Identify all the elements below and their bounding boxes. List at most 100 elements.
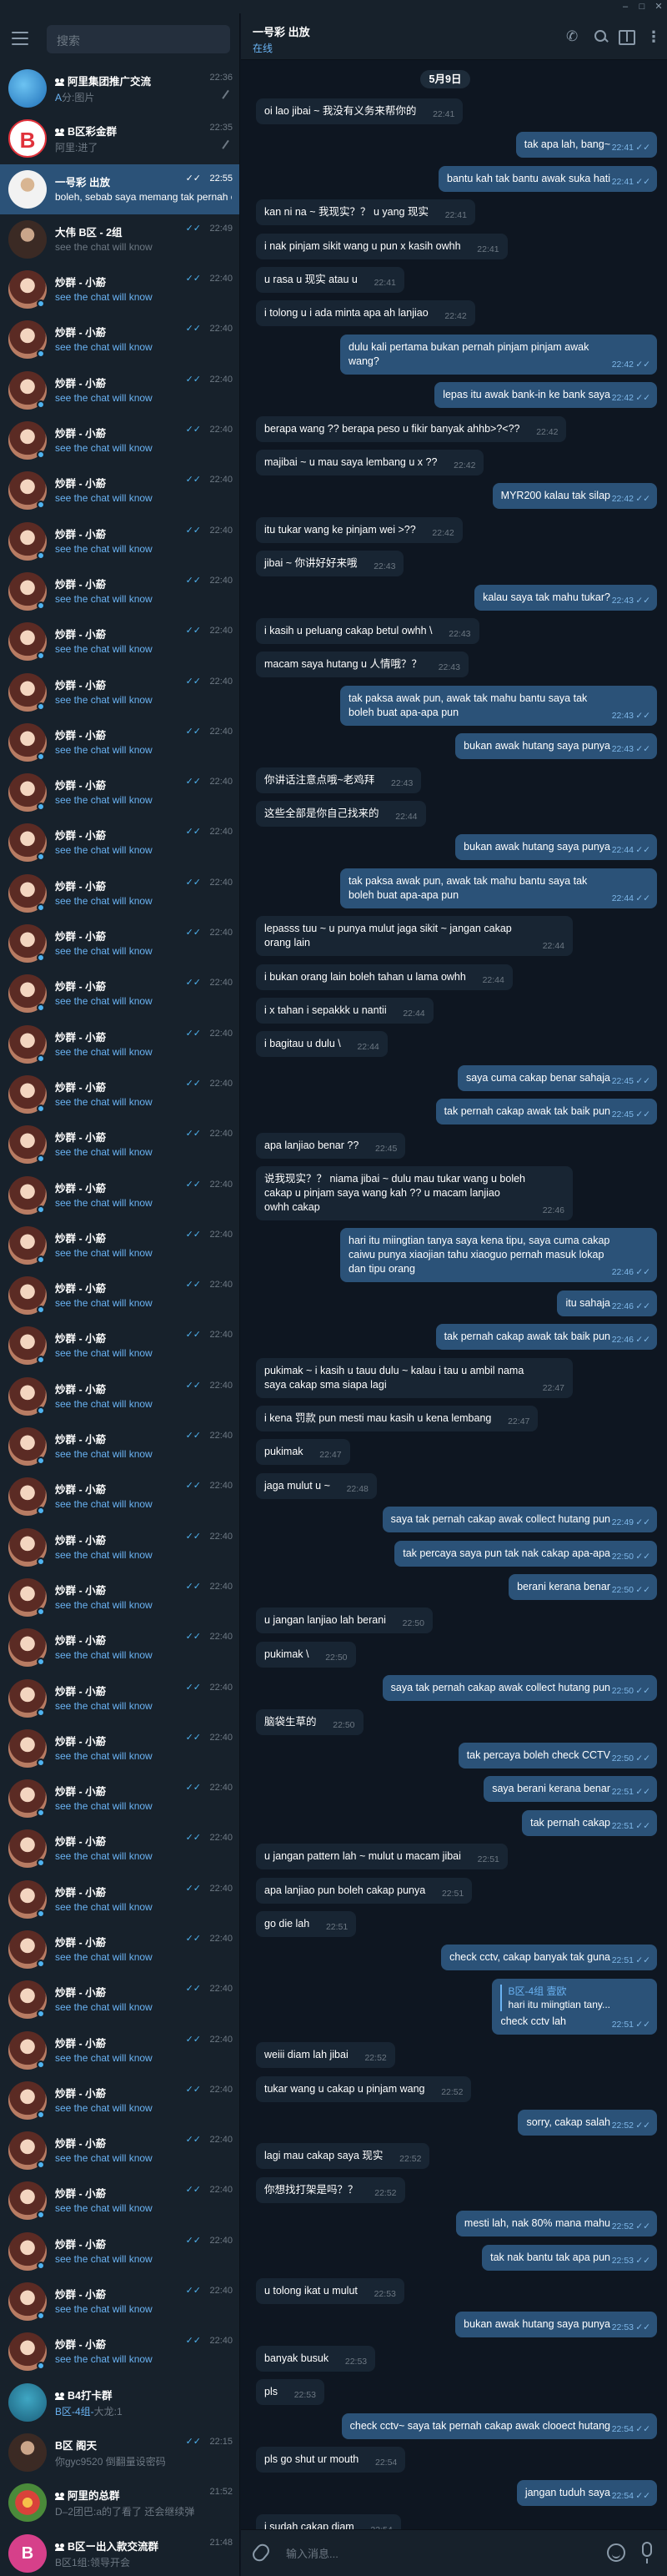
chat-list-item[interactable]: 炒群 - 小蒶 22:40 ✓✓ see the chat will know <box>0 566 239 616</box>
chat-list-item[interactable]: 炒群 - 小蒶 22:40 ✓✓ see the chat will know <box>0 818 239 868</box>
chat-list-item[interactable]: 炒群 - 小蒶 22:40 ✓✓ see the chat will know <box>0 516 239 566</box>
chat-list-item[interactable]: B B区彩金群 22:35 阿里:进了 <box>0 113 239 164</box>
chat-list-item[interactable]: 炒群 - 小蒶 22:40 ✓✓ see the chat will know <box>0 2075 239 2126</box>
reply-quote[interactable]: B区-4组 壹欧 hari itu miingtian tany... <box>500 1984 610 2011</box>
chat-list-item[interactable]: 炒群 - 小蒶 22:40 ✓✓ see the chat will know <box>0 667 239 717</box>
chat-list-item[interactable]: 炒群 - 小蒶 22:40 ✓✓ see the chat will know <box>0 1371 239 1421</box>
chat-list-item[interactable]: 阿里集团推广交流 22:36 A分:图片 <box>0 63 239 113</box>
chat-name: 炒群 - 小蒶 <box>55 1683 188 1698</box>
incoming-message: i x tahan i sepakkk u nantii 22:44 <box>256 998 434 1024</box>
message-text: bukan awak hutang saya punya <box>464 740 610 752</box>
message-time: 22:41 <box>611 143 634 153</box>
chat-list-item[interactable]: 炒群 - 小蒶 22:40 ✓✓ see the chat will know <box>0 767 239 818</box>
chat-list-item[interactable]: B B区ー出入款交流群 21:48 B区1组:领导开会 <box>0 2528 239 2576</box>
read-ticks-icon: ✓✓ <box>185 928 201 938</box>
chat-list-item[interactable]: 炒群 - 小蒶 22:40 ✓✓ see the chat will know <box>0 2277 239 2327</box>
chat-list-item[interactable]: 炒群 - 小蒶 22:40 ✓✓ see the chat will know <box>0 868 239 918</box>
online-indicator <box>37 1104 45 1113</box>
chat-name: 炒群 - 小蒶 <box>55 425 188 440</box>
chat-list-item[interactable]: 炒群 - 小蒶 22:40 ✓✓ see the chat will know <box>0 717 239 767</box>
chat-list-item[interactable]: 炒群 - 小蒶 22:40 ✓✓ see the chat will know <box>0 616 239 667</box>
online-indicator <box>37 1255 45 1264</box>
message-time: 22:44 <box>395 812 418 822</box>
read-ticks-icon: ✓✓ <box>185 1783 201 1794</box>
chat-list-item[interactable]: 炒群 - 小蒶 22:40 ✓✓ see the chat will know <box>0 314 239 365</box>
microphone-icon[interactable] <box>642 2542 652 2563</box>
minimize-button[interactable]: – <box>619 1 632 13</box>
message-input[interactable]: 输入消息... <box>286 2545 339 2561</box>
chat-list-item[interactable]: 炒群 - 小蒶 22:40 ✓✓ see the chat will know <box>0 1774 239 1824</box>
sidebar-toggle-icon[interactable] <box>618 28 635 45</box>
chat-name: B区彩金群 <box>55 123 188 138</box>
chat-list-item[interactable]: 大伟 B区 - 2组 22:49 ✓✓ see the chat will know <box>0 214 239 264</box>
chat-name: 炒群 - 小蒶 <box>55 626 188 641</box>
chat-name: B4打卡群 <box>55 2387 188 2402</box>
more-options-icon[interactable] <box>646 28 663 45</box>
chat-preview: D–2团巴:a的了看了 还会继续弹 <box>55 2504 232 2518</box>
chat-preview: see the chat will know <box>55 1599 232 1611</box>
chat-preview: B区1组:领导开会 <box>55 2555 232 2569</box>
chat-list-item[interactable]: B4打卡群 B区-4组-大龙:1 <box>0 2377 239 2428</box>
emoji-icon[interactable] <box>607 2543 625 2562</box>
chat-list-item[interactable]: 炒群 - 小蒶 22:40 ✓✓ see the chat will know <box>0 1623 239 1673</box>
chat-list-item[interactable]: 炒群 - 小蒶 22:40 ✓✓ see the chat will know <box>0 1170 239 1220</box>
chat-list-item[interactable]: 炒群 - 小蒶 22:40 ✓✓ see the chat will know <box>0 2327 239 2377</box>
chat-list-item[interactable]: 炒群 - 小蒶 22:40 ✓✓ see the chat will know <box>0 1924 239 1975</box>
close-button[interactable]: ✕ <box>652 1 665 13</box>
chat-list-item[interactable]: 炒群 - 小蒶 22:40 ✓✓ see the chat will know <box>0 264 239 314</box>
message-text: banyak busuk <box>264 2352 329 2364</box>
chat-list-item[interactable]: 炒群 - 小蒶 22:40 ✓✓ see the chat will know <box>0 1421 239 1472</box>
chat-list-item[interactable]: 炒群 - 小蒶 22:40 ✓✓ see the chat will know <box>0 2025 239 2075</box>
chat-list-item[interactable]: 炒群 - 小蒶 22:40 ✓✓ see the chat will know <box>0 1572 239 1623</box>
online-indicator <box>37 1205 45 1214</box>
maximize-button[interactable]: □ <box>635 1 649 13</box>
chat-list-item[interactable]: 炒群 - 小蒶 22:40 ✓✓ see the chat will know <box>0 1321 239 1371</box>
chat-time: 22:40 <box>209 1078 233 1089</box>
message-time: 22:48 <box>346 1483 369 1494</box>
search-icon[interactable] <box>593 28 609 45</box>
incoming-message: u jangan pattern lah ~ mulut u macam jib… <box>256 1844 508 1870</box>
message-time: 22:44 <box>542 941 564 952</box>
chat-list-item[interactable]: 炒群 - 小蒶 22:40 ✓✓ see the chat will know <box>0 918 239 969</box>
chat-list-item[interactable]: 炒群 - 小蒶 22:40 ✓✓ see the chat will know <box>0 1824 239 1874</box>
outgoing-message: tak nak bantu tak apa pun 22:53 ✓✓ <box>482 2244 657 2271</box>
chat-name-text: 炒群 - 小蒶 <box>55 729 107 742</box>
message-time: 22:52 <box>399 2154 422 2165</box>
chat-list-item[interactable]: 炒群 - 小蒶 22:40 ✓✓ see the chat will know <box>0 1975 239 2025</box>
preview-text: see the chat will know <box>55 945 153 958</box>
online-indicator <box>37 702 45 711</box>
chat-list-item[interactable]: 炒群 - 小蒶 22:40 ✓✓ see the chat will know <box>0 2126 239 2176</box>
phone-icon[interactable] <box>566 28 583 45</box>
chat-list-item[interactable]: 炒群 - 小蒶 22:40 ✓✓ see the chat will know <box>0 2176 239 2226</box>
hamburger-menu-icon[interactable] <box>12 32 28 45</box>
chat-list-item[interactable]: 一号彩 出放 22:55 ✓✓ boleh, sebab saya memang ta… <box>0 164 239 214</box>
read-ticks-icon: ✓✓ <box>635 845 650 856</box>
chat-list-item[interactable]: 炒群 - 小蒶 22:40 ✓✓ see the chat will know <box>0 1270 239 1321</box>
chat-list-item[interactable]: B区 阁天 22:15 ✓✓ 你gyc9520 倒翻量设密码 <box>0 2428 239 2478</box>
search-input[interactable]: 搜索 <box>47 25 230 53</box>
chat-list-item[interactable]: 炒群 - 小蒶 22:40 ✓✓ see the chat will know <box>0 1522 239 1572</box>
chat-list-item[interactable]: 炒群 - 小蒶 22:40 ✓✓ see the chat will know <box>0 2226 239 2277</box>
chat-list-item[interactable]: 炒群 - 小蒶 22:40 ✓✓ see the chat will know <box>0 969 239 1019</box>
chat-list-item[interactable]: 炒群 - 小蒶 22:40 ✓✓ see the chat will know <box>0 1069 239 1119</box>
message-text: apa lanjiao benar ?? <box>264 1139 359 1151</box>
chat-name-text: 炒群 - 小蒶 <box>55 2339 107 2352</box>
chat-list-item[interactable]: 炒群 - 小蒶 22:40 ✓✓ see the chat will know <box>0 1220 239 1270</box>
chat-list-item[interactable]: 炒群 - 小蒶 22:40 ✓✓ see the chat will know <box>0 1874 239 1924</box>
chat-list-item[interactable]: 炒群 - 小蒶 22:40 ✓✓ see the chat will know <box>0 1019 239 1069</box>
chat-list-item[interactable]: 炒群 - 小蒶 22:40 ✓✓ see the chat will know <box>0 1723 239 1774</box>
chat-list-item[interactable]: 炒群 - 小蒶 22:40 ✓✓ see the chat will know <box>0 1673 239 1723</box>
chat-list-item[interactable]: 炒群 - 小蒶 22:40 ✓✓ see the chat will know <box>0 465 239 516</box>
chat-list-item[interactable]: 炒群 - 小蒶 22:40 ✓✓ see the chat will know <box>0 1472 239 1522</box>
contact-name[interactable]: 一号彩 出放 <box>253 23 310 39</box>
chat-list-item[interactable]: 炒群 - 小蒶 22:40 ✓✓ see the chat will know <box>0 1119 239 1170</box>
online-indicator <box>37 2161 45 2170</box>
chat-name-text: 炒群 - 小蒶 <box>55 428 107 440</box>
message-time: 22:53 <box>611 2322 634 2333</box>
chat-list-item[interactable]: 炒群 - 小蒶 22:40 ✓✓ see the chat will know <box>0 365 239 415</box>
chat-time: 22:40 <box>209 626 233 636</box>
chat-list-item[interactable]: 阿里的总群 21:52 D–2团巴:a的了看了 还会继续弹 <box>0 2478 239 2528</box>
chat-list-item[interactable]: 炒群 - 小蒶 22:40 ✓✓ see the chat will know <box>0 415 239 465</box>
paperclip-icon[interactable] <box>249 2541 273 2564</box>
message-text: i x tahan i sepakkk u nantii <box>264 1004 387 1016</box>
